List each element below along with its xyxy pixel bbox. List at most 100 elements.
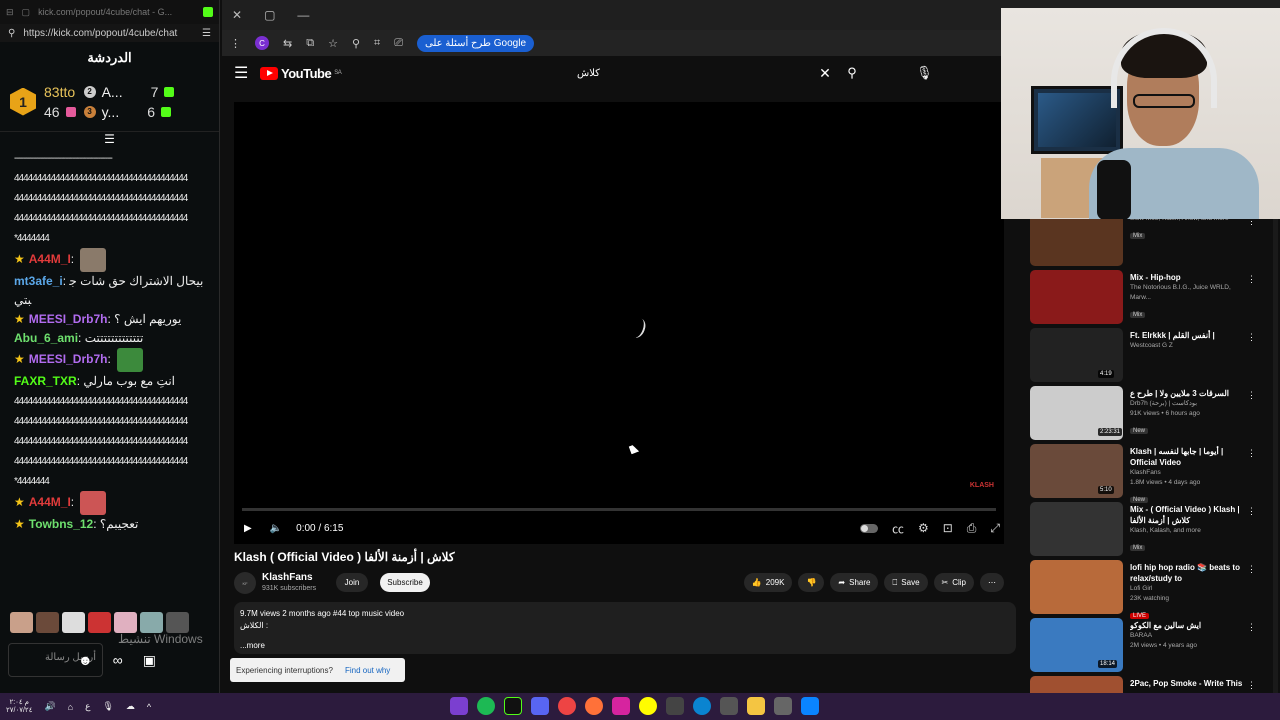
- emote[interactable]: [114, 612, 137, 633]
- miniplayer-icon[interactable]: ⊡: [943, 521, 953, 535]
- emote[interactable]: [88, 612, 111, 633]
- chevron-up-icon[interactable]: ^: [147, 702, 151, 712]
- save-button[interactable]: ⎕ Save: [884, 573, 928, 592]
- video-thumbnail[interactable]: [1030, 270, 1123, 324]
- emote[interactable]: [36, 612, 59, 633]
- recommended-video[interactable]: lofi hip hop radio 📚 beats to relax/stud…: [1030, 558, 1278, 619]
- clock[interactable]: م ٢:٠٤ ٢٧/٠٧/٢٤: [6, 699, 32, 715]
- more-icon[interactable]: ⋮: [230, 37, 241, 50]
- send-icon[interactable]: ▣: [143, 652, 156, 669]
- channel-name[interactable]: KlashFans: [262, 572, 313, 583]
- play-icon[interactable]: ▶: [244, 523, 252, 534]
- restore-icon[interactable]: ▢: [264, 8, 275, 22]
- settings-gear-icon[interactable]: ⚙: [918, 521, 929, 535]
- recommended-video[interactable]: 4:19 Ft. Elrkkk | أنفس القلم | Westcoast G…: [1030, 326, 1278, 384]
- chat-username[interactable]: A44M_I: [29, 495, 71, 509]
- recommended-video[interactable]: 2Pac, Pop Smoke - Write This ⋮: [1030, 674, 1278, 693]
- chat-username[interactable]: mt3afe_i: [14, 274, 63, 288]
- app-icon-purple[interactable]: [450, 697, 468, 715]
- menu-icon[interactable]: ☰: [234, 63, 248, 83]
- firefox-icon[interactable]: [585, 697, 603, 715]
- video-progress-bar[interactable]: [242, 508, 996, 511]
- video-title[interactable]: ايش سالين مع الكوكو: [1130, 620, 1250, 631]
- chat-url[interactable]: https://kick.com/popout/4cube/chat: [23, 28, 194, 39]
- more-options-icon[interactable]: ⋮: [1247, 448, 1256, 459]
- cloud-icon[interactable]: ☁: [126, 701, 135, 712]
- recommended-video[interactable]: 2:23:31 السرقات 3 ملايين ولا | طرح ع Drb7h…: [1030, 384, 1278, 442]
- more-options-icon[interactable]: ⋮: [1247, 274, 1256, 285]
- search-icon[interactable]: ⚲: [837, 65, 867, 81]
- fullscreen-icon[interactable]: ⤢: [990, 521, 1000, 536]
- more-options-icon[interactable]: ⋮: [1247, 506, 1256, 517]
- discord-icon[interactable]: [531, 697, 549, 715]
- more-options-icon[interactable]: ⋮: [1247, 390, 1256, 401]
- chat-username[interactable]: MEESI_Drb7h: [29, 312, 108, 326]
- video-thumbnail[interactable]: [1030, 676, 1123, 693]
- language-icon[interactable]: ع: [85, 701, 90, 712]
- tab-restore-icon[interactable]: ▢: [22, 7, 31, 18]
- video-title[interactable]: Ft. Elrkkk | أنفس القلم |: [1130, 330, 1250, 341]
- search-input[interactable]: كلاش: [567, 68, 813, 79]
- recommended-video[interactable]: Mix - ( Official Video ) Klash | كلاش | …: [1030, 500, 1278, 558]
- show-more-link[interactable]: ...more: [240, 640, 1010, 652]
- instagram-icon[interactable]: [612, 697, 630, 715]
- join-button[interactable]: Join: [336, 573, 368, 592]
- file-explorer-icon[interactable]: [747, 697, 765, 715]
- volume-icon[interactable]: 🔈: [270, 523, 282, 534]
- link-icon[interactable]: ∞: [113, 652, 123, 669]
- chat-username[interactable]: Towbns_12: [29, 517, 93, 531]
- app-icon-store[interactable]: [774, 697, 792, 715]
- network-icon[interactable]: ⌂: [68, 702, 73, 712]
- emote[interactable]: [62, 612, 85, 633]
- emoji-icon[interactable]: ☻: [78, 652, 93, 669]
- dislike-button[interactable]: 👎: [798, 573, 825, 592]
- like-button[interactable]: 👍 209K: [743, 573, 793, 592]
- mic-icon[interactable]: 🎙: [102, 701, 113, 712]
- chrome-icon[interactable]: [558, 697, 576, 715]
- leaderboard-first[interactable]: 83tto 46: [44, 84, 76, 120]
- clip-button[interactable]: ✂ Clip: [933, 573, 974, 592]
- video-title[interactable]: السرقات 3 ملايين ولا | طرح ع: [1130, 388, 1250, 399]
- chat-username[interactable]: Abu_6_ami: [14, 331, 78, 345]
- cast-icon[interactable]: ⎙: [967, 521, 977, 536]
- cast-icon[interactable]: ⇆: [283, 37, 292, 50]
- leaderboard-others[interactable]: 2 A... 7 3 y... 6: [83, 84, 175, 120]
- share-button[interactable]: ➦ Share: [830, 573, 879, 592]
- close-icon[interactable]: ✕: [232, 8, 242, 22]
- emote[interactable]: [166, 612, 189, 633]
- more-options-icon[interactable]: ⋮: [1247, 332, 1256, 343]
- windows-start-icon[interactable]: [801, 697, 819, 715]
- minimize-icon[interactable]: —: [297, 8, 309, 22]
- more-actions-button[interactable]: ⋯: [980, 573, 1004, 592]
- recommended-video[interactable]: 18:14 ايش سالين مع الكوكو BARAA 2M views • …: [1030, 616, 1278, 674]
- volume-icon[interactable]: 🔊: [44, 701, 55, 712]
- share-icon[interactable]: ⧉: [306, 37, 314, 50]
- terminal-icon[interactable]: [504, 697, 522, 715]
- more-options-icon[interactable]: ⋮: [1247, 622, 1256, 633]
- find-out-why-link[interactable]: Find out why: [345, 666, 390, 675]
- youtube-logo[interactable]: YouTube SA: [260, 66, 342, 81]
- chat-username[interactable]: MEESI_Drb7h: [29, 352, 108, 366]
- channel-avatar[interactable]: KF: [234, 572, 256, 594]
- chat-filter-icon[interactable]: ☰: [0, 132, 219, 146]
- emote[interactable]: [140, 612, 163, 633]
- captions-icon[interactable]: ㏄: [892, 520, 904, 537]
- microphone-icon[interactable]: 🎙: [916, 65, 933, 81]
- translate-icon[interactable]: ⌗: [374, 37, 380, 50]
- video-thumbnail[interactable]: [1030, 560, 1123, 614]
- chat-username[interactable]: FAXR_TXR: [14, 374, 77, 388]
- settings-icon[interactable]: ☰: [202, 28, 211, 39]
- install-icon[interactable]: ⎚: [394, 37, 403, 50]
- subscribe-button[interactable]: Subscribe: [380, 573, 430, 592]
- emote[interactable]: [10, 612, 33, 633]
- recommended-video[interactable]: 5:10 Klash | أيوما | جابها لنفسه | Offici…: [1030, 442, 1278, 503]
- spotify-icon[interactable]: [477, 697, 495, 715]
- bookmark-star-icon[interactable]: ☆: [328, 37, 338, 50]
- chat-username[interactable]: A44M_I: [29, 252, 71, 266]
- autoplay-toggle[interactable]: [859, 523, 878, 533]
- extension-icon[interactable]: C: [255, 36, 269, 50]
- clear-search-icon[interactable]: ✕: [813, 65, 837, 82]
- recommended-video[interactable]: Mix - Hip-hop The Notorious B.I.G., Juice…: [1030, 268, 1278, 326]
- description-box[interactable]: 9.7M views 2 months ago #44 top music vi…: [234, 602, 1016, 654]
- search-icon[interactable]: ⚲: [8, 28, 15, 39]
